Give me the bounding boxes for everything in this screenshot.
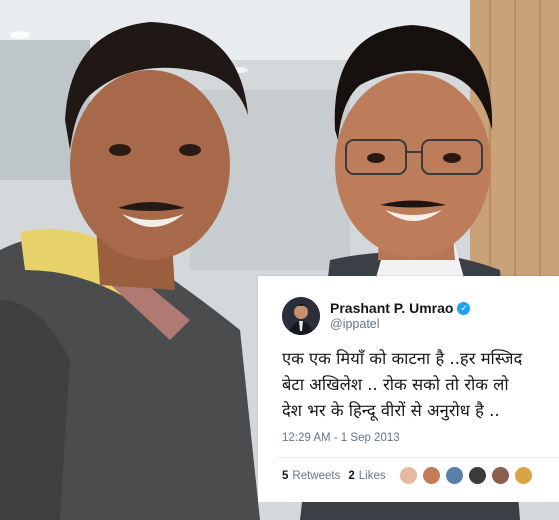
verified-badge-icon: ✓	[457, 301, 471, 315]
tweet-text-line-1: एक एक मियाँ को काटना है ..हर मस्जिद	[282, 349, 523, 368]
retweets-count: 5	[282, 469, 289, 482]
divider	[276, 457, 559, 458]
tweet-stats: 5 Retweets 2 Likes	[282, 467, 538, 484]
tweet-header: Prashant P. Umrao ✓ @ippatel	[282, 296, 471, 336]
avatar[interactable]	[282, 297, 320, 335]
tweet-text-line-3: देश भर के हिन्दू वीरों से अनुरोध है ..	[282, 401, 500, 420]
likes-count: 2	[348, 469, 355, 482]
liker-avatar[interactable]	[422, 467, 440, 484]
liker-avatar[interactable]	[445, 467, 463, 484]
likes-stat[interactable]: 2 Likes	[348, 470, 385, 482]
avatar-image	[282, 297, 320, 335]
likes-label: Likes	[358, 469, 386, 482]
liker-avatars	[399, 467, 538, 484]
liker-avatar[interactable]	[514, 467, 532, 484]
user-handle[interactable]: @ippatel	[330, 317, 470, 332]
liker-avatar[interactable]	[399, 467, 417, 484]
liker-avatar[interactable]	[468, 467, 486, 484]
tweet-text-line-2: बेटा अखिलेश .. रोक सको तो रोक लो	[282, 375, 509, 394]
tweet-card: Prashant P. Umrao ✓ @ippatel एक एक मियाँ…	[258, 276, 559, 502]
liker-avatar[interactable]	[491, 467, 509, 484]
display-name[interactable]: Prashant P. Umrao	[330, 300, 453, 317]
tweet-timestamp[interactable]: 12:29 AM - 1 Sep 2013	[282, 432, 400, 444]
retweets-stat[interactable]: 5 Retweets	[282, 470, 340, 482]
display-name-row: Prashant P. Umrao ✓	[330, 300, 471, 317]
retweets-label: Retweets	[292, 469, 341, 482]
author-names: Prashant P. Umrao ✓ @ippatel	[330, 300, 471, 332]
tweet-text: एक एक मियाँ को काटना है ..हर मस्जिद बेटा…	[282, 346, 559, 424]
